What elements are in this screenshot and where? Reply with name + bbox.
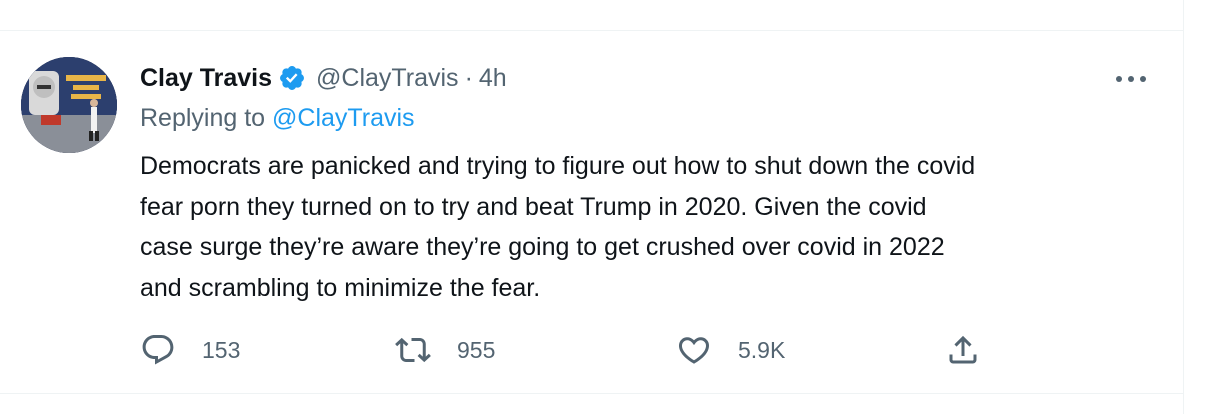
avatar[interactable] <box>21 57 117 153</box>
tweet-divider <box>0 393 1183 394</box>
tweet-timestamp[interactable]: 4h <box>479 64 507 93</box>
reply-icon <box>142 335 174 365</box>
time-separator: · <box>464 63 473 92</box>
retweet-count: 955 <box>457 336 496 363</box>
more-options-button[interactable] <box>1113 64 1149 94</box>
tweet-text-line: case surge they’re aware they’re going t… <box>140 233 945 261</box>
share-button[interactable] <box>945 332 981 368</box>
tweet-text: Democrats are panicked and trying to fig… <box>140 146 1170 308</box>
previous-tweet-area <box>0 0 1183 31</box>
timeline-border <box>1183 0 1184 414</box>
profile-photo <box>21 57 117 153</box>
tweet-text-line: and scrambling to minimize the fear. <box>140 273 541 302</box>
replying-to-link[interactable]: @ClayTravis <box>272 104 415 132</box>
retweet-icon <box>395 337 431 363</box>
tweet-actions: 153 955 5.9K <box>140 332 1000 368</box>
like-button[interactable]: 5.9K <box>676 332 785 368</box>
share-icon <box>949 335 977 364</box>
tweet-header: Clay Travis @ClayTravis · 4h <box>140 60 507 96</box>
replying-to: Replying to @ClayTravis <box>140 104 415 133</box>
tweet-text-line: fear porn they turned on to try and beat… <box>140 192 927 221</box>
reply-count: 153 <box>202 336 241 363</box>
tweet-text-line: Democrats are panicked and trying to fig… <box>140 152 976 180</box>
verified-badge-icon <box>278 64 306 92</box>
retweet-button[interactable]: 955 <box>395 332 495 368</box>
author-name[interactable]: Clay Travis <box>140 64 272 93</box>
reply-button[interactable]: 153 <box>140 332 240 368</box>
replying-to-label: Replying to <box>140 104 266 132</box>
like-count: 5.9K <box>738 336 786 363</box>
author-handle[interactable]: @ClayTravis <box>316 64 459 93</box>
heart-icon <box>678 337 710 364</box>
more-icon <box>1116 76 1146 82</box>
